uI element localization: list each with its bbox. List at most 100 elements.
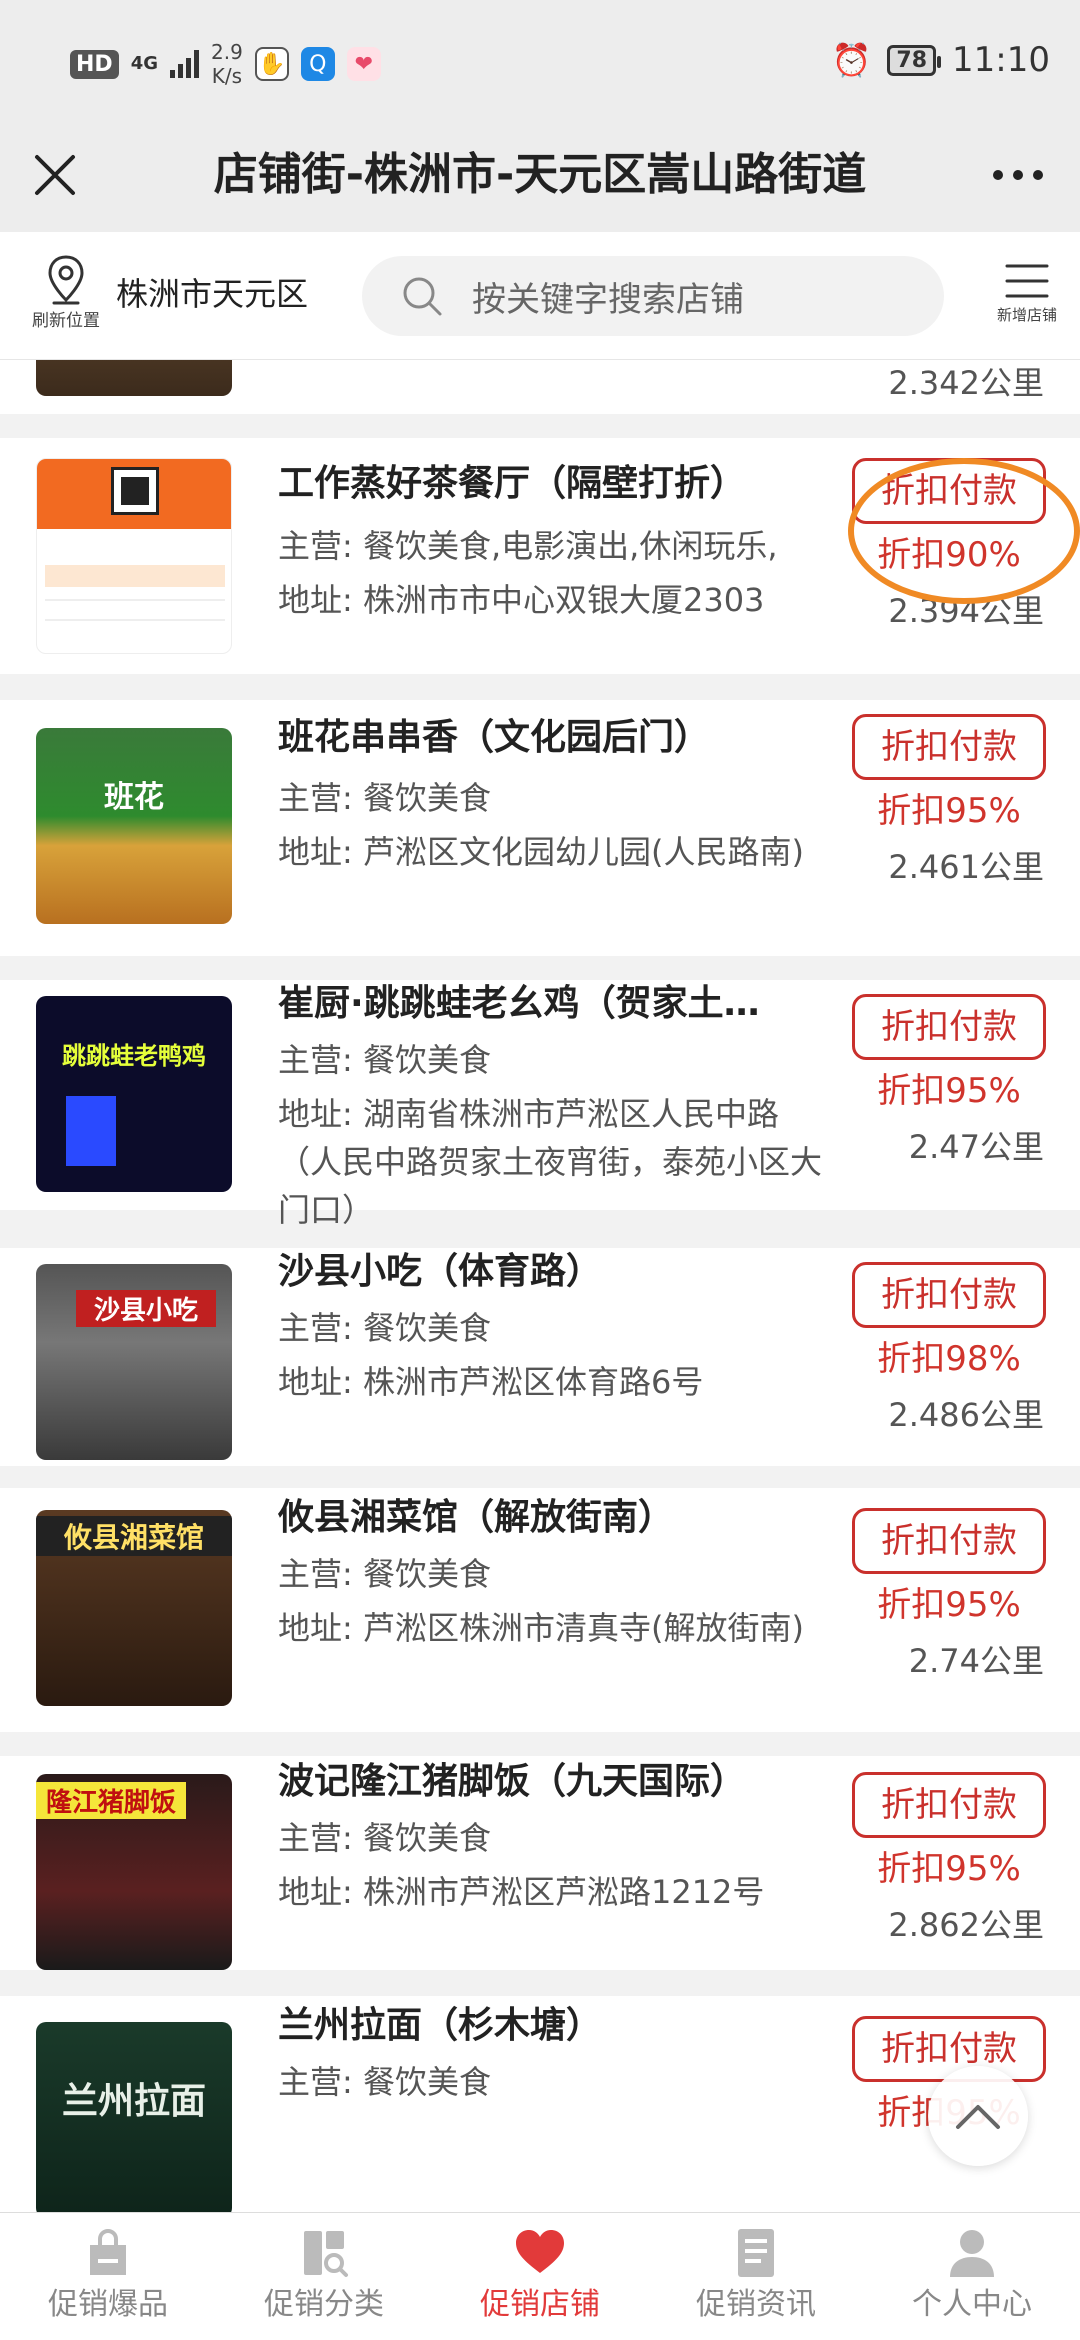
store-card[interactable]: 沙县小吃 沙县小吃（体育路） 主营: 餐饮美食 地址: 株洲市芦淞区体育路6号 … bbox=[0, 1248, 1080, 1466]
store-card[interactable]: 隆江猪脚饭 波记隆江猪脚饭（九天国际） 主营: 餐饮美食 地址: 株洲市芦淞区芦… bbox=[0, 1756, 1080, 1970]
main-prefix: 主营: bbox=[278, 1041, 353, 1079]
store-card[interactable]: 工作蒸好茶餐厅（隔壁打折） 主营: 餐饮美食,电影演出,休闲玩乐, 地址: 株洲… bbox=[0, 438, 1080, 674]
store-address-line: 地址: 芦淞区株洲市清真寺(解放街南) bbox=[278, 1604, 838, 1652]
title-bar: 店铺街-株洲市-天元区嵩山路街道 bbox=[0, 120, 1080, 232]
store-distance: 2.47公里 bbox=[908, 1128, 1044, 1166]
store-address-line: 地址: 株洲市市中心双银大厦2303 bbox=[278, 576, 838, 624]
hand-app-icon: ✋ bbox=[254, 47, 289, 81]
store-main: 餐饮美食 bbox=[362, 1819, 491, 1857]
store-address-line: 地址: 湖南省株洲市芦淞区人民中路（人民中路贺家土夜宵街，泰苑小区大门口） bbox=[278, 1090, 838, 1234]
addr-prefix: 地址: bbox=[278, 1363, 353, 1401]
more-button[interactable] bbox=[978, 142, 1058, 208]
discount-rate: 折扣95% bbox=[877, 791, 1021, 831]
add-store-label: 新增店铺 bbox=[996, 306, 1057, 324]
discount-rate: 折扣95% bbox=[877, 1585, 1021, 1625]
store-main: 餐饮美食 bbox=[362, 1309, 491, 1347]
main-prefix: 主营: bbox=[278, 1309, 353, 1347]
store-distance: 2.74公里 bbox=[908, 1642, 1044, 1680]
store-card[interactable]: 跳跳蛙老鸭鸡 崔厨·跳跳蛙老幺鸡（贺家土… 主营: 餐饮美食 地址: 湖南省株洲… bbox=[0, 980, 1080, 1229]
status-bar: HD 4G 2.9 K/s ✋ Q ❤ ⏰ 78 11:10 bbox=[0, 0, 1080, 120]
current-city[interactable]: 株洲市天元区 bbox=[116, 270, 308, 318]
alarm-icon: ⏰ bbox=[831, 41, 872, 79]
store-distance: 2.394公里 bbox=[888, 592, 1044, 630]
search-icon bbox=[403, 277, 442, 316]
search-row: 刷新位置 株洲市天元区 按关键字搜索店铺 新增店铺 bbox=[0, 232, 1080, 360]
addr-prefix: 地址: bbox=[278, 833, 353, 871]
store-card[interactable]: 兰州拉面 兰州拉面（杉木塘） 主营: 餐饮美食 折扣付款 折扣95% bbox=[0, 1996, 1080, 2212]
store-address: 株洲市市中心双银大厦2303 bbox=[362, 581, 765, 619]
search-input[interactable]: 按关键字搜索店铺 bbox=[362, 256, 944, 336]
store-main-line: 主营: 餐饮美食 bbox=[278, 1304, 838, 1352]
signal-icon bbox=[170, 50, 199, 78]
heart-icon bbox=[516, 2230, 564, 2273]
scroll-to-top-button[interactable] bbox=[928, 2066, 1028, 2166]
discount-rate: 折扣98% bbox=[877, 1339, 1021, 1379]
refresh-location-button[interactable]: 刷新位置 bbox=[28, 254, 104, 331]
nav-item-news[interactable]: 促销资讯 bbox=[648, 2213, 864, 2340]
store-address: 芦淞区文化园幼儿园(人民路南) bbox=[362, 833, 804, 871]
store-name: 班花串串香（文化园后门） bbox=[278, 717, 711, 758]
main-prefix: 主营: bbox=[278, 2063, 353, 2101]
store-list[interactable]: 2.342公里 工作蒸好茶餐厅（隔壁打折） 主营: 餐饮美食,电影演出,休闲玩乐… bbox=[0, 360, 1080, 2212]
add-store-button[interactable]: 新增店铺 bbox=[990, 258, 1064, 325]
nav-item-hot-products[interactable]: 促销爆品 bbox=[0, 2213, 216, 2340]
thumb-sign: 班花 bbox=[104, 780, 164, 815]
thumb-sign: 兰州拉面 bbox=[61, 2081, 206, 2122]
store-address-line: 地址: 株洲市芦淞区体育路6号 bbox=[278, 1358, 838, 1406]
store-thumb bbox=[36, 360, 232, 396]
discount-pay-button[interactable]: 折扣付款 bbox=[852, 1508, 1046, 1574]
store-thumb: 班花 bbox=[36, 728, 232, 924]
discount-rate: 折扣90% bbox=[877, 535, 1021, 575]
store-main: 餐饮美食 bbox=[362, 1041, 491, 1079]
store-main: 餐饮美食 bbox=[362, 1555, 491, 1593]
bottom-nav: 促销爆品 促销分类 促销店铺 促销资讯 个人中心 bbox=[0, 2212, 1080, 2340]
refresh-location-label: 刷新位置 bbox=[32, 311, 100, 331]
discount-pay-button[interactable]: 折扣付款 bbox=[852, 1262, 1046, 1328]
store-card-partial[interactable]: 2.342公里 bbox=[0, 360, 1080, 414]
addr-prefix: 地址: bbox=[278, 1095, 353, 1133]
store-main-line: 主营: 餐饮美食 bbox=[278, 1036, 838, 1084]
nav-item-stores[interactable]: 促销店铺 bbox=[432, 2213, 648, 2340]
thumb-sign: 隆江猪脚饭 bbox=[36, 1782, 186, 1819]
store-distance: 2.486公里 bbox=[888, 1396, 1044, 1434]
discount-pay-button[interactable]: 折扣付款 bbox=[852, 714, 1046, 780]
discount-pay-button[interactable]: 折扣付款 bbox=[852, 458, 1046, 524]
clock-time: 11:10 bbox=[952, 40, 1050, 80]
store-thumb: 攸县湘菜馆 bbox=[36, 1510, 232, 1706]
thumb-sign: 攸县湘菜馆 bbox=[36, 1516, 232, 1556]
store-name: 兰州拉面（杉木塘） bbox=[278, 2005, 603, 2046]
store-address-line: 地址: 株洲市芦淞区芦淞路1212号 bbox=[278, 1868, 838, 1916]
store-distance: 2.461公里 bbox=[888, 848, 1044, 886]
main-prefix: 主营: bbox=[278, 527, 353, 565]
store-name: 攸县湘菜馆（解放街南） bbox=[278, 1497, 675, 1538]
search-placeholder: 按关键字搜索店铺 bbox=[472, 279, 744, 320]
store-distance: 2.862公里 bbox=[888, 1906, 1044, 1944]
discount-rate: 折扣95% bbox=[877, 1849, 1021, 1889]
store-card[interactable]: 攸县湘菜馆 攸县湘菜馆（解放街南） 主营: 餐饮美食 地址: 芦淞区株洲市清真寺… bbox=[0, 1488, 1080, 1732]
store-card[interactable]: 班花 班花串串香（文化园后门） 主营: 餐饮美食 地址: 芦淞区文化园幼儿园(人… bbox=[0, 700, 1080, 956]
store-thumb bbox=[36, 458, 232, 654]
nav-item-profile[interactable]: 个人中心 bbox=[864, 2213, 1080, 2340]
store-main: 餐饮美食,电影演出,休闲玩乐, bbox=[362, 527, 778, 565]
store-address: 芦淞区株洲市清真寺(解放街南) bbox=[362, 1609, 804, 1647]
nav-label: 促销爆品 bbox=[48, 2287, 168, 2322]
location-pin-icon bbox=[48, 255, 84, 305]
store-main-line: 主营: 餐饮美食 bbox=[278, 2058, 838, 2106]
discount-pay-button[interactable]: 折扣付款 bbox=[852, 2016, 1046, 2082]
hd-badge: HD bbox=[70, 49, 119, 79]
nav-label: 促销资讯 bbox=[696, 2287, 816, 2322]
page-title: 店铺街-株洲市-天元区嵩山路街道 bbox=[213, 149, 867, 200]
store-thumb: 隆江猪脚饭 bbox=[36, 1774, 232, 1970]
store-thumb: 沙县小吃 bbox=[36, 1264, 232, 1460]
user-icon bbox=[950, 2230, 994, 2277]
document-icon bbox=[738, 2229, 774, 2277]
nav-item-categories[interactable]: 促销分类 bbox=[216, 2213, 432, 2340]
store-main-line: 主营: 餐饮美食 bbox=[278, 1814, 838, 1862]
main-prefix: 主营: bbox=[278, 1555, 353, 1593]
speed-value: 2.9 bbox=[211, 40, 243, 64]
store-main-line: 主营: 餐饮美食 bbox=[278, 1550, 838, 1598]
store-address: 株洲市芦淞区体育路6号 bbox=[362, 1363, 704, 1401]
discount-pay-button[interactable]: 折扣付款 bbox=[852, 994, 1046, 1060]
nav-label: 个人中心 bbox=[912, 2287, 1032, 2322]
discount-pay-button[interactable]: 折扣付款 bbox=[852, 1772, 1046, 1838]
